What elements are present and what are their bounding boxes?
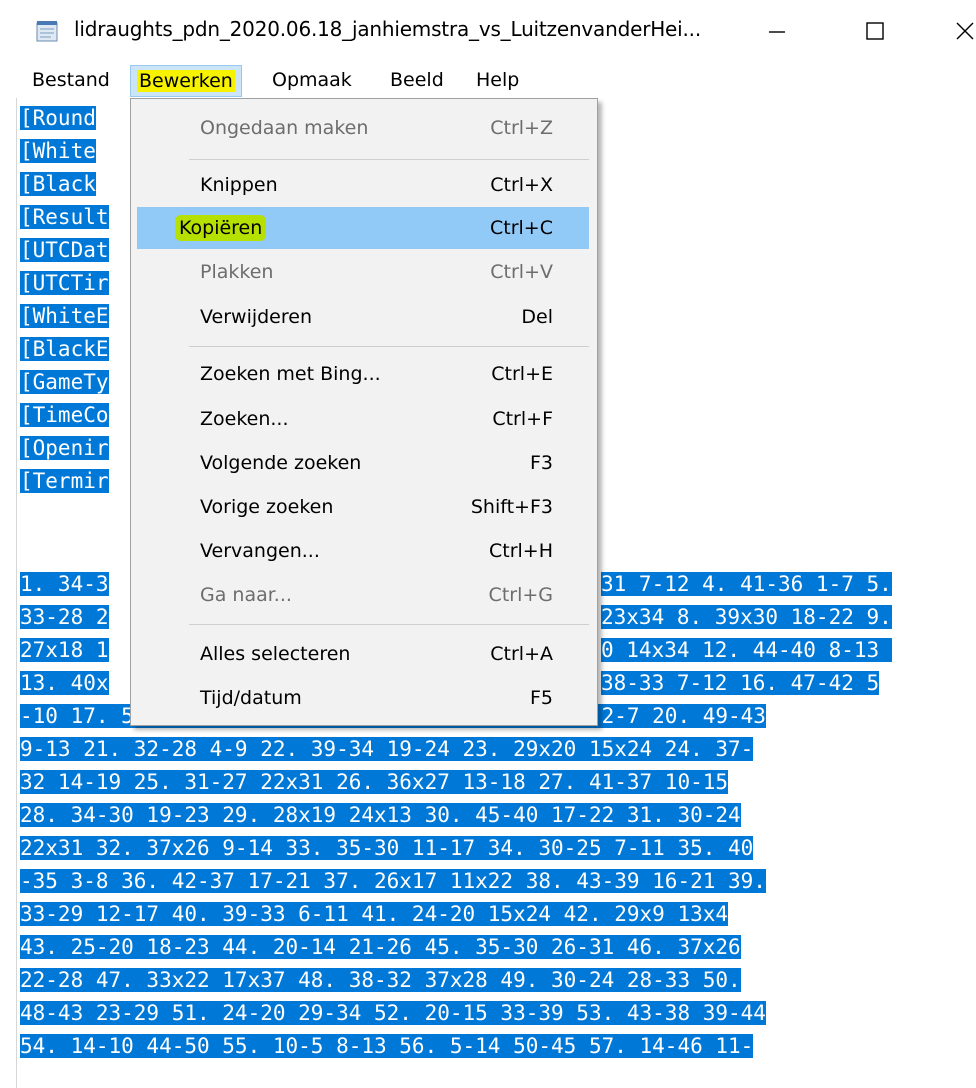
menu-help[interactable]: Help (470, 65, 525, 95)
editor-gutter (0, 98, 17, 1088)
header-line: [UTCDat (20, 238, 109, 262)
menu-item-find-previous[interactable]: Vorige zoeken Shift+F3 (137, 486, 589, 528)
title-bar: lidraughts_pdn_2020.06.18_janhiemstra_vs… (0, 0, 976, 62)
header-line: [Result (20, 205, 109, 229)
move-line: 33-29 12-17 40. 39-33 6-11 41. 24-20 15x… (20, 902, 729, 926)
menu-bewerken-label: Bewerken (137, 70, 235, 92)
header-line: [TimeCo (20, 403, 109, 427)
header-line: [WhiteE (20, 304, 109, 328)
move-line-right: 38-33 7-12 16. 47-42 5 (601, 671, 880, 695)
menu-item-replace[interactable]: Vervangen... Ctrl+H (137, 530, 589, 572)
header-line: [Round (20, 106, 96, 130)
header-line: [GameTy (20, 370, 109, 394)
move-line: 33-28 2 (20, 605, 109, 629)
move-line: -35 3-8 36. 42-37 17-21 37. 26x17 11x22 … (20, 869, 766, 893)
menu-item-select-all[interactable]: Alles selecteren Ctrl+A (137, 633, 589, 675)
menu-item-goto[interactable]: Ga naar... Ctrl+G (137, 574, 589, 616)
move-line: 54. 14-10 44-50 55. 10-5 8-13 56. 5-14 5… (20, 1034, 754, 1058)
menu-item-undo[interactable]: Ongedaan maken Ctrl+Z (137, 107, 589, 149)
move-line: 43. 25-20 18-23 44. 20-14 21-26 45. 35-3… (20, 935, 741, 959)
move-line: 28. 34-30 19-23 29. 28x19 24x13 30. 45-4… (20, 803, 741, 827)
menu-separator (189, 159, 589, 160)
move-line: 22-28 47. 33x22 17x37 48. 38-32 37x28 49… (20, 968, 741, 992)
maximize-icon[interactable] (850, 8, 900, 54)
move-line: 22x31 32. 37x26 9-14 33. 35-30 11-17 34.… (20, 836, 754, 860)
move-line: 48-43 23-29 51. 24-20 29-34 52. 20-15 33… (20, 1001, 766, 1025)
menu-bestand[interactable]: Bestand (26, 65, 116, 95)
move-line: 9-13 21. 32-28 4-9 22. 39-34 19-24 23. 2… (20, 737, 754, 761)
menu-item-find[interactable]: Zoeken... Ctrl+F (137, 398, 589, 440)
move-line: 13. 40x (20, 671, 109, 695)
move-line: 1. 34-3 (20, 572, 109, 596)
move-line-right: 0 14x34 12. 44-40 8-13 (601, 638, 892, 662)
move-line: 32 14-19 25. 31-27 22x31 26. 36x27 13-18… (20, 770, 729, 794)
minimize-icon[interactable] (752, 8, 802, 54)
menu-item-paste[interactable]: Plakken Ctrl+V (137, 251, 589, 293)
edit-menu-dropdown: Ongedaan maken Ctrl+Z Knippen Ctrl+X Kop… (130, 98, 598, 726)
menu-item-delete[interactable]: Verwijderen Del (137, 296, 589, 338)
menu-item-cut[interactable]: Knippen Ctrl+X (137, 164, 589, 206)
header-line: [UTCTir (20, 271, 109, 295)
menu-separator (189, 346, 589, 347)
header-line: [White (20, 139, 96, 163)
menu-bar: Bestand Bewerken Opmaak Beeld Help (0, 62, 976, 98)
header-line: [BlackE (20, 337, 109, 361)
menu-bewerken[interactable]: Bewerken (130, 65, 242, 97)
move-line-right: 23x34 8. 39x30 18-22 9. (601, 605, 892, 629)
menu-item-search-bing[interactable]: Zoeken met Bing... Ctrl+E (137, 353, 589, 395)
menu-opmaak[interactable]: Opmaak (266, 65, 358, 95)
move-line: 27x18 1 (20, 638, 109, 662)
move-line-right: 31 7-12 4. 41-36 1-7 5. (601, 572, 892, 596)
menu-beeld[interactable]: Beeld (384, 65, 450, 95)
notepad-icon (36, 20, 60, 42)
menu-separator (189, 624, 589, 625)
menu-item-time-date[interactable]: Tijd/datum F5 (137, 677, 589, 719)
header-line: [Termir (20, 469, 109, 493)
copy-label: Kopiëren (175, 215, 267, 241)
header-line: [Openir (20, 436, 109, 460)
close-icon[interactable] (940, 8, 976, 54)
menu-item-find-next[interactable]: Volgende zoeken F3 (137, 442, 589, 484)
header-line: [Black (20, 172, 96, 196)
window-title: lidraughts_pdn_2020.06.18_janhiemstra_vs… (74, 17, 701, 41)
menu-item-copy[interactable]: Kopiëren Ctrl+C (137, 207, 589, 249)
